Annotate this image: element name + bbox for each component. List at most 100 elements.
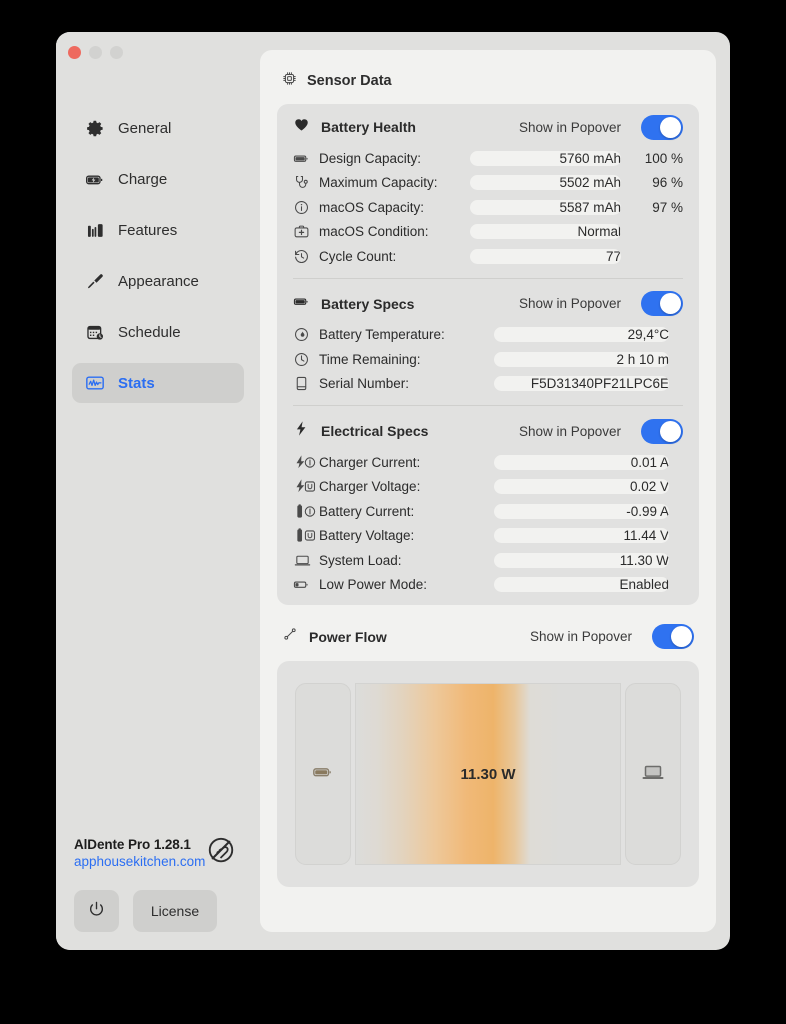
section-header: Battery Specs Show in Popover — [293, 285, 683, 323]
sidebar-item-charge[interactable]: Charge — [72, 159, 244, 199]
laptop-icon — [641, 760, 665, 789]
waveform-icon — [85, 373, 105, 393]
table-row: Time Remaining: 2 h 10 m — [293, 347, 683, 372]
stethoscope-icon — [293, 174, 319, 191]
license-button[interactable]: License — [133, 890, 217, 932]
product-name: AlDente Pro 1.28.1 — [74, 836, 191, 852]
section-electrical-specs: Electrical Specs Show in Popover Charger… — [277, 412, 699, 597]
main-content: Battery Health Show in Popover Design Ca… — [260, 104, 716, 887]
serial-card-icon — [293, 375, 319, 392]
sidebar-item-label: Appearance — [118, 272, 199, 290]
power-icon — [87, 900, 106, 922]
paintbrush-icon — [85, 271, 105, 291]
bolt-icon — [293, 420, 310, 442]
row-percent: 96 % — [652, 175, 683, 191]
footer-buttons: License — [74, 890, 242, 932]
table-row: Charger Current: 0.01 A — [293, 450, 683, 475]
window-traffic-lights — [68, 46, 123, 59]
row-percent: 97 % — [652, 199, 683, 215]
sidebar: General Charge Features Appearance Sched… — [56, 32, 260, 950]
sidebar-item-appearance[interactable]: Appearance — [72, 261, 244, 301]
show-in-popover-toggle[interactable] — [641, 291, 683, 316]
main-panel: Sensor Data Battery Health Show in Popov… — [260, 50, 716, 932]
sidebar-nav: General Charge Features Appearance Sched… — [72, 108, 244, 414]
row-percent: 100 % — [644, 150, 683, 166]
power-flow-target — [625, 683, 681, 865]
close-button[interactable] — [68, 46, 81, 59]
battery-full-icon — [293, 293, 310, 315]
divider — [293, 405, 683, 406]
show-in-popover-label: Show in Popover — [518, 423, 621, 439]
table-row: Maximum Capacity: 5502 mAh 96 % — [293, 171, 683, 196]
battery-bolt-icon — [85, 169, 105, 189]
row-value: 11.30 W — [494, 552, 669, 568]
sidebar-item-label: Schedule — [118, 323, 181, 341]
clock-icon — [293, 351, 319, 368]
sidebar-item-general[interactable]: General — [72, 108, 244, 148]
power-button[interactable] — [74, 890, 119, 932]
power-flow-card: 11.30 W — [277, 661, 699, 887]
row-value: Enabled — [494, 577, 669, 593]
section-title: Battery Specs — [321, 295, 415, 312]
power-flow-source — [295, 683, 351, 865]
row-label: Design Capacity: — [319, 150, 422, 166]
bolt-voltage-icon — [293, 478, 319, 495]
table-row: Battery Temperature: 29,4°C — [293, 323, 683, 348]
battery-full-icon — [293, 150, 319, 167]
show-in-popover-label: Show in Popover — [529, 629, 632, 644]
app-window: General Charge Features Appearance Sched… — [56, 32, 730, 950]
show-in-popover-toggle[interactable] — [641, 418, 683, 444]
table-row: Design Capacity: 5760 mAh 100 % — [293, 146, 683, 171]
row-value: F5D31340PF21LPC6E — [494, 376, 669, 392]
row-value: 2 h 10 m — [494, 351, 669, 367]
cpu-chip-icon — [282, 71, 297, 90]
power-flow-title: Power Flow — [309, 628, 387, 645]
row-label: Charger Voltage: — [319, 479, 421, 495]
section-title: Battery Health — [321, 119, 416, 135]
row-label: Serial Number: — [319, 376, 410, 392]
license-button-label: License — [150, 903, 200, 919]
sidebar-footer: AlDente Pro 1.28.1 apphousekitchen.com L… — [74, 835, 242, 932]
row-label: macOS Condition: — [319, 224, 429, 240]
table-row: Battery Voltage: 11.44 V — [293, 524, 683, 549]
sidebar-item-label: Features — [118, 221, 178, 239]
info-circle-icon — [293, 199, 319, 216]
row-value: 5502 mAh — [470, 175, 621, 191]
table-row: Charger Voltage: 0.02 V — [293, 475, 683, 500]
sidebar-item-schedule[interactable]: Schedule — [72, 312, 244, 352]
minimize-button[interactable] — [89, 46, 102, 59]
row-label: Charger Current: — [319, 454, 421, 470]
zoom-button[interactable] — [110, 46, 123, 59]
battery-icon — [312, 761, 334, 788]
row-value: 0.02 V — [494, 479, 669, 495]
sidebar-item-label: Charge — [118, 170, 168, 188]
row-label: Battery Voltage: — [319, 528, 415, 544]
sensor-card: Battery Health Show in Popover Design Ca… — [277, 104, 699, 605]
show-in-popover-toggle[interactable] — [652, 624, 694, 649]
divider — [293, 277, 683, 279]
table-row: Battery Current: -0.99 A — [293, 499, 683, 524]
row-value: Normal — [470, 224, 621, 240]
table-row: Serial Number: F5D31340PF21LPC6E — [293, 372, 683, 397]
table-row: System Load: 11.30 W — [293, 548, 683, 573]
show-in-popover-label: Show in Popover — [518, 296, 621, 311]
row-value: -0.99 A — [494, 503, 669, 519]
section-battery-health: Battery Health Show in Popover Design Ca… — [277, 108, 699, 269]
show-in-popover-toggle[interactable] — [641, 114, 683, 140]
section-header: Electrical Specs Show in Popover — [293, 412, 683, 450]
product-info: AlDente Pro 1.28.1 apphousekitchen.com — [74, 835, 242, 870]
row-value: 29,4°C — [494, 327, 669, 343]
power-flow-diagram: 11.30 W — [295, 683, 681, 865]
section-title: Electrical Specs — [321, 423, 429, 439]
sidebar-item-features[interactable]: Features — [72, 210, 244, 250]
row-label: Low Power Mode: — [319, 577, 428, 593]
product-link[interactable]: apphousekitchen.com — [74, 854, 205, 869]
sidebar-item-label: Stats — [118, 374, 155, 392]
row-label: Battery Temperature: — [319, 327, 445, 343]
power-flow-channel: 11.30 W — [355, 683, 621, 865]
row-label: Cycle Count: — [319, 248, 397, 264]
section-header: Battery Health Show in Popover — [293, 108, 683, 146]
sidebar-item-stats[interactable]: Stats — [72, 363, 244, 403]
page-header: Sensor Data — [260, 50, 716, 104]
row-value: 11.44 V — [494, 528, 669, 544]
